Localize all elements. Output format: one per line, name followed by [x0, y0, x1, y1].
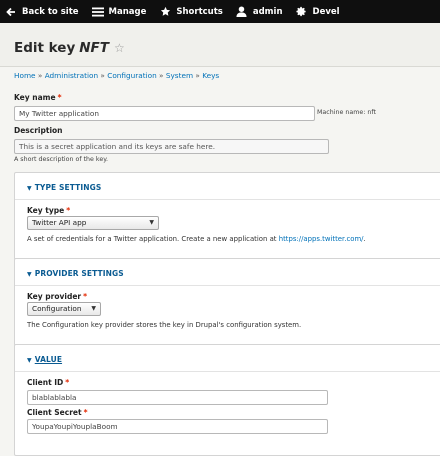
key-name-input[interactable]: My Twitter application: [14, 106, 315, 121]
client-id-label-text: Client ID: [27, 378, 64, 387]
breadcrumb-home[interactable]: Home: [14, 71, 36, 80]
key-type-description: A set of credentials for a Twitter appli…: [27, 235, 366, 243]
required-marker: *: [65, 378, 70, 387]
triangle-down-icon: ▼: [27, 357, 32, 364]
user-icon: [235, 5, 249, 19]
user-label: admin: [252, 6, 283, 17]
required-marker: *: [83, 292, 88, 301]
shortcuts-label: Shortcuts: [176, 6, 223, 17]
admin-toolbar: Back to site Manage Shortcuts admin Deve…: [0, 0, 440, 23]
twitter-apps-link[interactable]: https://apps.twitter.com/: [279, 235, 364, 243]
shortcuts-tab[interactable]: Shortcuts: [154, 0, 230, 23]
fieldset-divider: [15, 371, 440, 372]
key-provider-label: Key provider *: [27, 292, 87, 301]
key-provider-description: The Configuration key provider stores th…: [27, 321, 302, 329]
key-type-help-end: .: [363, 235, 366, 243]
manage-tab[interactable]: Manage: [87, 0, 155, 23]
key-type-help-text: A set of credentials for a Twitter appli…: [27, 235, 277, 243]
value-legend: VALUE: [34, 355, 63, 364]
client-secret-label-text: Client Secret: [27, 408, 82, 417]
back-to-site-label: Back to site: [22, 6, 79, 17]
description-help-text: A short description of the key.: [14, 156, 109, 163]
machine-name-text: Machine name: nft: [317, 109, 376, 116]
breadcrumb-administration[interactable]: Administration: [45, 71, 98, 80]
devel-tab[interactable]: Devel: [291, 0, 348, 23]
devel-label: Devel: [312, 6, 340, 17]
key-name-label-text: Key name: [14, 93, 56, 102]
fieldset-divider: [15, 199, 440, 200]
client-id-input[interactable]: blablablabla: [27, 390, 328, 405]
key-provider-selected: Configuration: [32, 304, 82, 313]
provider-settings-fieldset: ▼ PROVIDER SETTINGS Key provider * Configu…: [14, 258, 440, 346]
hamburger-icon: [91, 5, 105, 19]
value-toggle[interactable]: ▼ VALUE: [27, 355, 62, 364]
page-header: Edit key NFT ☆: [0, 23, 440, 67]
back-to-site-link[interactable]: Back to site: [0, 0, 87, 23]
page-title-key-name: NFT: [79, 40, 109, 56]
shortcut-star-icon[interactable]: ☆: [114, 41, 125, 55]
manage-label: Manage: [108, 6, 147, 17]
fieldset-divider: [15, 285, 440, 286]
breadcrumb-separator: »: [159, 71, 166, 80]
provider-settings-legend: PROVIDER SETTINGS: [34, 269, 124, 278]
breadcrumb: Home » Administration » Configuration » …: [14, 71, 219, 80]
breadcrumb-separator: »: [37, 71, 45, 80]
type-settings-legend: TYPE SETTINGS: [34, 183, 102, 192]
key-provider-select[interactable]: Configuration ▼: [27, 302, 101, 316]
key-type-selected: Twitter API app: [32, 218, 87, 227]
client-secret-label: Client Secret *: [27, 408, 88, 417]
caret-down-icon: ▼: [91, 305, 96, 312]
key-name-label: Key name *: [14, 93, 62, 102]
required-marker: *: [66, 206, 71, 215]
key-type-select[interactable]: Twitter API app ▼: [27, 216, 159, 230]
description-label: Description: [14, 126, 63, 135]
required-marker: *: [83, 408, 88, 417]
triangle-down-icon: ▼: [27, 271, 32, 278]
breadcrumb-keys[interactable]: Keys: [202, 71, 219, 80]
breadcrumb-configuration[interactable]: Configuration: [107, 71, 157, 80]
provider-settings-toggle[interactable]: ▼ PROVIDER SETTINGS: [27, 269, 124, 278]
client-secret-input[interactable]: YoupaYoupiYouplaBoom: [27, 419, 328, 434]
triangle-down-icon: ▼: [27, 185, 32, 192]
key-type-label: Key type *: [27, 206, 70, 215]
caret-down-icon: ▼: [149, 219, 154, 226]
breadcrumb-system[interactable]: System: [166, 71, 193, 80]
page-title: Edit key NFT ☆: [14, 40, 125, 56]
key-provider-label-text: Key provider: [27, 292, 82, 301]
page-title-prefix: Edit key: [14, 40, 76, 56]
star-icon: [158, 5, 172, 19]
key-type-label-text: Key type: [27, 206, 65, 215]
required-marker: *: [57, 93, 62, 102]
gear-icon: [295, 5, 309, 19]
user-tab[interactable]: admin: [231, 0, 291, 23]
client-id-label: Client ID *: [27, 378, 69, 387]
description-input[interactable]: This is a secret application and its key…: [14, 139, 329, 154]
type-settings-toggle[interactable]: ▼ TYPE SETTINGS: [27, 183, 101, 192]
value-fieldset: ▼ VALUE Client ID * blablablabla Client Se…: [14, 344, 440, 456]
type-settings-fieldset: ▼ TYPE SETTINGS Key type * Twitter API app…: [14, 172, 440, 260]
back-arrow-icon: [4, 5, 18, 19]
